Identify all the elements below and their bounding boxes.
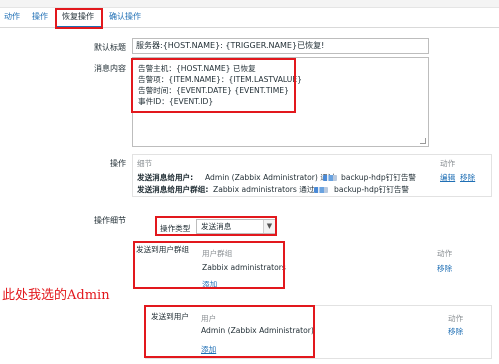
annotation-text: 此处我选的Admin (2, 288, 110, 303)
remove-operation-link[interactable]: 移除 (460, 172, 475, 183)
operation-media: backup-hdp钉钉告警 (334, 185, 410, 194)
operations-label: 操作 (110, 159, 126, 168)
remove-user-link[interactable]: 移除 (448, 326, 463, 337)
groups-col-action: 动作 (437, 249, 453, 258)
resize-handle-icon[interactable] (420, 138, 426, 144)
tab-action[interactable]: 动作 (4, 11, 20, 22)
highlight-box-tab (55, 8, 103, 29)
operations-col-details: 细节 (137, 159, 153, 168)
dingtalk-icon (313, 185, 329, 194)
message-label: 消息内容 (94, 64, 126, 73)
operation-detail: Zabbix administrators 通过 (213, 185, 315, 194)
edit-operation-link[interactable]: 编辑 (440, 172, 455, 183)
highlight-box-op-type (155, 216, 277, 236)
default-subject-input[interactable]: 服务器:{HOST.NAME}: {TRIGGER.NAME}已恢复! (132, 38, 429, 54)
highlight-box-groups (133, 241, 285, 289)
users-col-action: 动作 (448, 314, 464, 323)
remove-group-link[interactable]: 移除 (437, 263, 452, 274)
highlight-box-users (144, 305, 315, 358)
default-subject-label: 默认标题 (94, 43, 126, 52)
tab-operations[interactable]: 操作 (32, 11, 48, 22)
operation-detail: Admin (Zabbix Administrator) 通过 (205, 173, 336, 182)
tab-acknowledge-operations[interactable]: 确认操作 (109, 11, 141, 22)
highlight-box-message (131, 58, 296, 113)
dingtalk-icon (322, 173, 338, 182)
operations-col-action: 动作 (440, 159, 456, 168)
operation-media: backup-hdp钉钉告警 (341, 173, 417, 182)
op-details-label: 操作细节 (94, 216, 126, 225)
operation-prefix: 发送消息给用户群组: (137, 185, 209, 194)
operations-table: 细节 动作 发送消息给用户: Admin (Zabbix Administrat… (132, 154, 492, 197)
top-strip (0, 0, 499, 8)
operation-prefix: 发送消息给用户: (137, 173, 194, 182)
